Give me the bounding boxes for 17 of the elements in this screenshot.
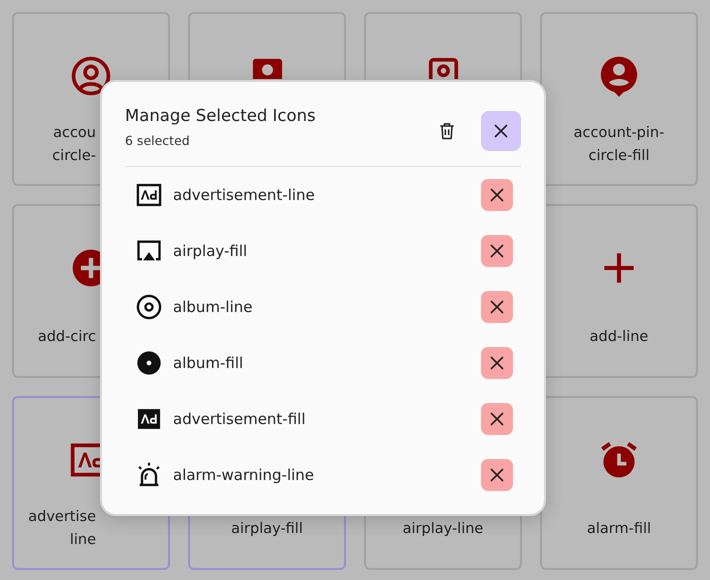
icon-name: album-fill	[173, 352, 244, 374]
icon-name: alarm-warning-line	[173, 464, 316, 486]
icon-name: circle-fill	[588, 147, 650, 166]
icon-name: airplay-line	[402, 520, 484, 538]
icon-name: airplay-fill	[231, 520, 303, 538]
icon-name: album-line	[173, 296, 254, 318]
icon-name: account-pin-	[574, 124, 664, 143]
icon-name: advertisement-line	[173, 184, 316, 206]
icon-name: line	[70, 531, 96, 550]
icon-name: circle-	[52, 147, 96, 166]
icon-name: airplay-fill	[173, 240, 248, 262]
icon-name: add-circ	[38, 328, 96, 346]
icon-name: alarm-fill	[586, 520, 652, 538]
icon-name: advertise	[28, 508, 96, 527]
icon-name: accou	[53, 124, 96, 143]
icon-name: advertisement-fill	[173, 408, 307, 430]
icon-name: add-line	[590, 328, 648, 346]
